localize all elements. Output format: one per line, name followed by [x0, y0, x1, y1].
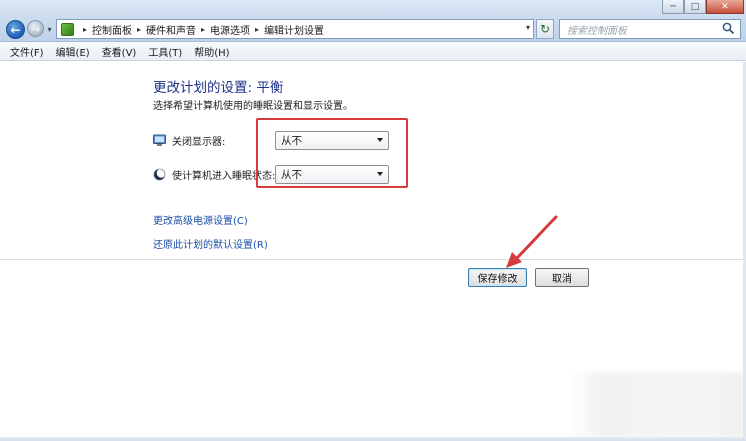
- page-title: 更改计划的设置: 平衡: [153, 80, 284, 96]
- refresh-icon: ↻: [539, 22, 551, 36]
- control-panel-icon: [61, 22, 74, 36]
- forward-arrow-icon: →: [30, 21, 41, 36]
- search-placeholder: 搜索控制面板: [567, 25, 627, 37]
- breadcrumb-edit-plan[interactable]: 编辑计划设置: [264, 22, 324, 37]
- search-icon[interactable]: [722, 22, 735, 35]
- breadcrumb-separator-icon: ▸: [201, 24, 206, 34]
- page-subtitle: 选择希望计算机使用的睡眠设置和显示设置。: [153, 101, 353, 112]
- window-titlebar: ─ □ ✕ ← → ▾ ▸ 控制面板 ▸ 硬件和声音 ▸ 电源选项 ▸ 编辑计划…: [0, 0, 746, 42]
- recent-pages-dropdown[interactable]: ▾: [45, 23, 54, 35]
- search-input[interactable]: 搜索控制面板: [559, 19, 741, 39]
- save-button[interactable]: 保存修改: [468, 268, 527, 287]
- menu-help[interactable]: 帮助(H): [194, 44, 229, 59]
- breadcrumb-hardware-sound[interactable]: 硬件和声音: [146, 22, 196, 37]
- minimize-button[interactable]: ─: [662, 0, 684, 14]
- footer-divider: [0, 259, 746, 260]
- blurred-watermark-area: [568, 372, 744, 438]
- breadcrumb-control-panel[interactable]: 控制面板: [92, 22, 132, 37]
- breadcrumb-separator-icon: ▸: [83, 24, 88, 34]
- menu-file[interactable]: 文件(F): [10, 44, 44, 59]
- monitor-icon: [153, 134, 166, 146]
- menu-bar: 文件(F) 编辑(E) 查看(V) 工具(T) 帮助(H): [0, 42, 746, 61]
- restore-defaults-link[interactable]: 还原此计划的默认设置(R): [153, 236, 268, 251]
- breadcrumb-power-options[interactable]: 电源选项: [210, 22, 250, 37]
- menu-tools[interactable]: 工具(T): [148, 44, 182, 59]
- display-off-label: 关闭显示器:: [172, 136, 226, 148]
- breadcrumb-separator-icon: ▸: [137, 24, 142, 34]
- cancel-button[interactable]: 取消: [535, 268, 589, 287]
- forward-button[interactable]: →: [27, 20, 44, 37]
- sleep-moon-icon: [153, 167, 166, 180]
- minimize-icon: ─: [670, 1, 676, 12]
- close-icon: ✕: [721, 1, 729, 12]
- close-button[interactable]: ✕: [706, 0, 744, 14]
- address-bar[interactable]: ▸ 控制面板 ▸ 硬件和声音 ▸ 电源选项 ▸ 编辑计划设置 ▾: [56, 19, 534, 39]
- back-arrow-icon: ←: [10, 22, 21, 37]
- maximize-icon: □: [690, 1, 700, 12]
- menu-view[interactable]: 查看(V): [102, 44, 137, 59]
- advanced-power-settings-link[interactable]: 更改高级电源设置(C): [153, 212, 248, 227]
- display-off-row: 关闭显示器:: [153, 131, 225, 149]
- back-button[interactable]: ←: [6, 20, 25, 39]
- address-dropdown-icon[interactable]: ▾: [526, 23, 530, 32]
- breadcrumb-separator-icon: ▸: [255, 24, 260, 34]
- highlight-box: [256, 118, 408, 188]
- chevron-down-icon: ▾: [47, 24, 52, 34]
- menu-edit[interactable]: 编辑(E): [56, 44, 90, 59]
- refresh-button[interactable]: ↻: [536, 19, 554, 39]
- window-bottom-edge: [0, 437, 746, 441]
- maximize-button[interactable]: □: [684, 0, 706, 14]
